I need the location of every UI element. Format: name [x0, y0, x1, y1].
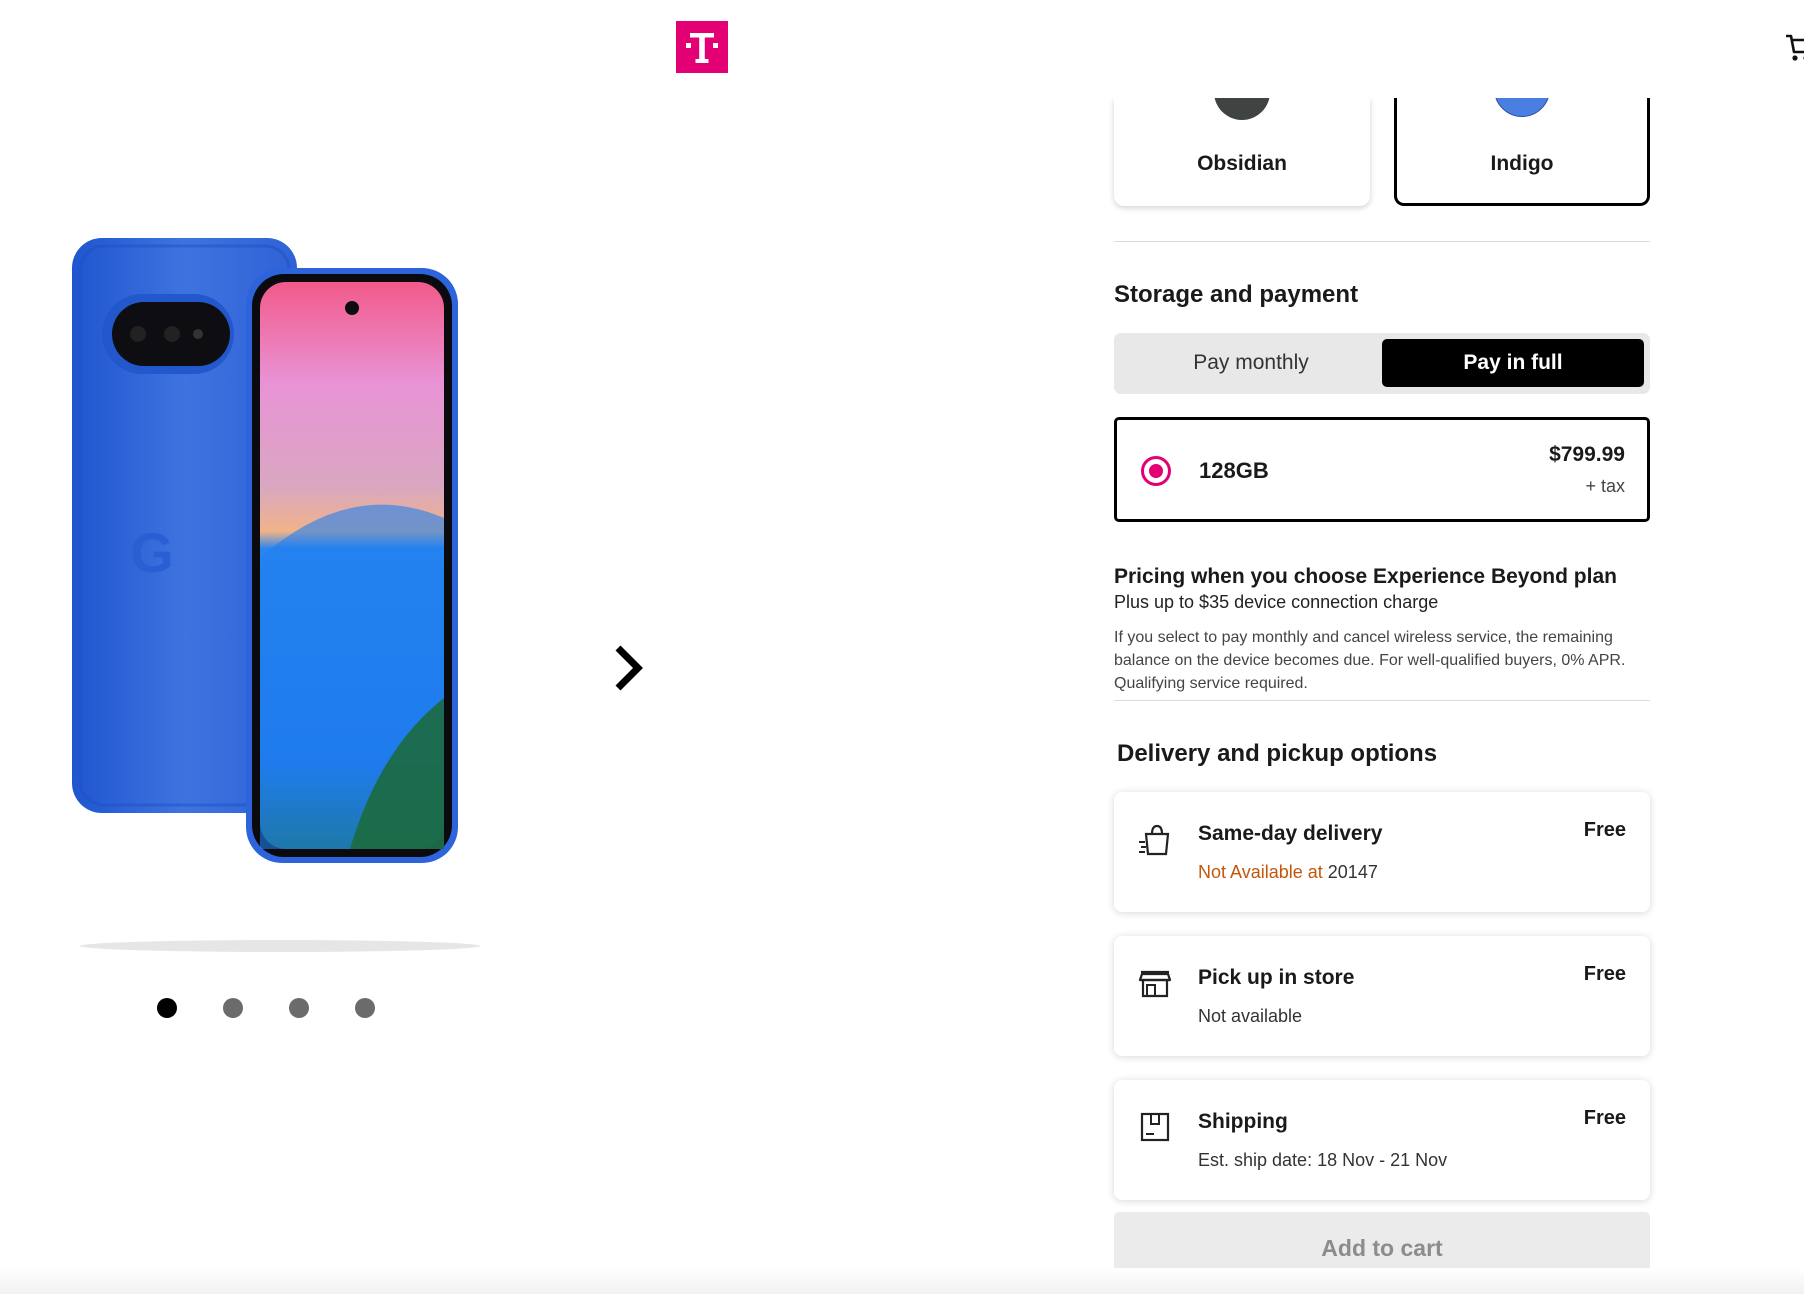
color-option-obsidian[interactable]: Obsidian [1114, 98, 1370, 206]
delivery-option-price: Free [1583, 963, 1626, 985]
divider [1114, 700, 1650, 701]
next-image-button[interactable] [606, 638, 650, 698]
delivery-option-same-day[interactable]: Same-day delivery Not Available at 20147… [1114, 792, 1650, 912]
svg-text:G: G [130, 521, 174, 584]
shopping-bag-icon [1139, 824, 1170, 856]
delivery-option-title: Shipping [1198, 1110, 1288, 1133]
store-icon [1138, 970, 1172, 998]
payment-toggle: Pay monthly Pay in full [1114, 333, 1650, 394]
product-image: G [72, 238, 480, 952]
plan-pricing-title: Pricing when you choose Experience Beyon… [1114, 565, 1617, 588]
plan-pricing-subtitle: Plus up to $35 device connection charge [1114, 592, 1439, 612]
zip-code: 20147 [1327, 862, 1378, 882]
color-swatch [1494, 98, 1550, 117]
pay-monthly-option[interactable]: Pay monthly [1120, 339, 1382, 387]
t-logo-icon [686, 33, 718, 63]
storage-tax-note: + tax [1585, 476, 1625, 496]
color-option-indigo[interactable]: Indigo [1394, 98, 1650, 206]
radio-selected-icon[interactable] [1141, 456, 1171, 486]
delivery-option-price: Free [1583, 819, 1626, 841]
divider [1114, 241, 1650, 242]
plan-pricing-disclaimer: If you select to pay monthly and cancel … [1114, 629, 1626, 692]
cart-icon [1786, 34, 1804, 61]
site-header [0, 0, 1804, 98]
package-icon [1140, 1112, 1170, 1142]
delivery-option-price: Free [1583, 1107, 1626, 1129]
storage-option-128gb[interactable]: 128GB $799.99 + tax [1114, 417, 1650, 522]
color-option-label: Obsidian [1197, 152, 1287, 175]
storage-section-title: Storage and payment [1114, 281, 1359, 308]
color-option-label: Indigo [1490, 152, 1554, 175]
color-swatch [1214, 98, 1270, 120]
delivery-option-status: Not available [1198, 1006, 1303, 1026]
delivery-option-status: Est. ship date: 18 Nov - 21 Nov [1198, 1150, 1448, 1170]
carousel-dot-2[interactable] [223, 998, 243, 1018]
carousel-dot-4[interactable] [355, 998, 375, 1018]
delivery-option-pickup[interactable]: Pick up in store Not available Free [1114, 936, 1650, 1056]
delivery-option-title: Same-day delivery [1198, 822, 1383, 845]
delivery-option-status: Not Available at 20147 [1198, 862, 1378, 883]
availability-warning: Not Available at [1198, 862, 1323, 882]
delivery-option-shipping[interactable]: Shipping Est. ship date: 18 Nov - 21 Nov… [1114, 1080, 1650, 1200]
storage-capacity: 128GB [1199, 458, 1269, 483]
carousel-dot-1[interactable] [157, 998, 177, 1018]
purchase-options: Obsidian Indigo Storage and payment Pay … [1114, 0, 1650, 1294]
cart-button[interactable] [1784, 28, 1804, 68]
brand-logo[interactable] [676, 21, 728, 73]
page-bottom-edge [0, 1268, 1804, 1294]
pay-in-full-option[interactable]: Pay in full [1382, 339, 1644, 387]
delivery-section-title: Delivery and pickup options [1117, 740, 1438, 767]
chevron-right-icon [615, 645, 643, 691]
carousel-dot-3[interactable] [289, 998, 309, 1018]
product-gallery: G [0, 98, 1060, 1294]
delivery-option-title: Pick up in store [1198, 966, 1355, 989]
storage-price: $799.99 [1549, 443, 1625, 466]
